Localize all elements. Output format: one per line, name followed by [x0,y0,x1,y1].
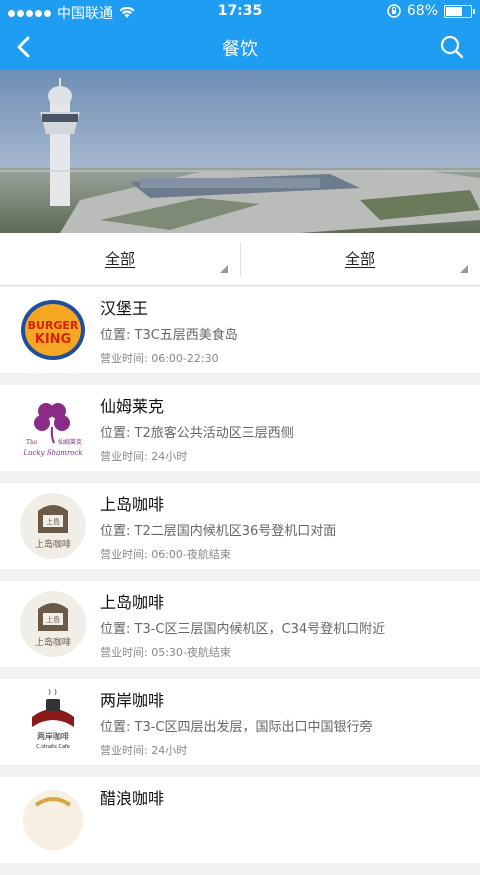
list-item[interactable]: 两岸咖啡 C.straits Cafe 两岸咖啡 位置: T3-C区四层出发层，… [0,679,480,765]
svg-text:上島: 上島 [46,615,60,624]
list-item[interactable]: BURGER KING 汉堡王 位置: T3C五层西美食岛 营业时间: 06:0… [0,287,480,373]
dropdown-triangle-icon [460,265,468,273]
svg-text:C.straits Cafe: C.straits Cafe [36,744,70,750]
filter-label: 全部 [344,250,375,268]
restaurant-name: 仙姆莱克 [100,397,165,416]
airport-banner-image [0,70,480,233]
filter-divider [240,242,241,276]
restaurant-logo [18,785,88,855]
svg-text:The: The [26,439,38,446]
filter-label: 全部 [104,250,135,268]
restaurant-name: 上岛咖啡 [100,495,165,514]
svg-text:上島: 上島 [46,517,60,526]
restaurant-location: 位置: T3-C区四层出发层，国际出口中国银行旁 [100,720,373,735]
svg-text:BURGER: BURGER [28,319,79,332]
battery-icon [444,4,475,18]
battery-status: 68% [387,3,475,19]
svg-text:仙姆莱克: 仙姆莱克 [58,438,82,446]
restaurant-location: 位置: T3C五层西美食岛 [100,328,238,343]
restaurant-name: 上岛咖啡 [100,593,165,612]
restaurant-location: 位置: T3-C区三层国内候机区，C34号登机口附近 [100,622,386,637]
restaurant-hours: 营业时间: 24小时 [100,744,188,757]
svg-text:上岛咖啡: 上岛咖啡 [35,538,71,550]
restaurant-name: 醋浪咖啡 [100,789,165,808]
restaurant-hours: 营业时间: 06:00-22:30 [100,352,219,365]
svg-text:Lucky Shamrock: Lucky Shamrock [22,449,82,457]
lock-rotation-icon [387,4,401,18]
list-item[interactable]: 醋浪咖啡 [0,777,480,863]
filter-terminal[interactable]: 全部 [0,233,240,285]
search-icon[interactable] [438,33,466,61]
restaurant-hours: 营业时间: 05:30-夜航结束 [100,646,231,659]
status-bar: 中国联通 17:35 68% [0,0,480,24]
burger-king-logo: BURGER KING [18,295,88,365]
restaurant-location: 位置: T2旅客公共活动区三层西侧 [100,426,294,441]
svg-text:上岛咖啡: 上岛咖啡 [35,636,71,648]
list-item[interactable]: The 仙姆莱克 Lucky Shamrock 仙姆莱克 位置: T2旅客公共活… [0,385,480,471]
battery-percent: 68% [406,3,438,19]
list-item[interactable]: 上島 上岛咖啡 上岛咖啡 位置: T2二层国内候机区36号登机口对面 营业时间:… [0,483,480,569]
ueshima-coffee-logo: 上島 上岛咖啡 [18,589,88,659]
list-item[interactable]: 上島 上岛咖啡 上岛咖啡 位置: T3-C区三层国内候机区，C34号登机口附近 … [0,581,480,667]
lucky-shamrock-logo: The 仙姆莱克 Lucky Shamrock [18,393,88,463]
nav-bar: 餐饮 [0,24,480,70]
page-title: 餐饮 [222,39,258,60]
svg-text:两岸咖啡: 两岸咖啡 [37,731,69,741]
restaurant-location: 位置: T2二层国内候机区36号登机口对面 [100,524,337,539]
straits-cafe-logo: 两岸咖啡 C.straits Cafe [18,687,88,757]
filter-category[interactable]: 全部 [240,233,480,285]
restaurant-name: 两岸咖啡 [100,691,165,710]
restaurant-list: BURGER KING 汉堡王 位置: T3C五层西美食岛 营业时间: 06:0… [0,287,480,875]
dropdown-triangle-icon [220,265,228,273]
svg-text:KING: KING [35,332,71,347]
restaurant-name: 汉堡王 [100,299,149,318]
ueshima-coffee-logo: 上島 上岛咖啡 [18,491,88,561]
restaurant-hours: 营业时间: 06:00-夜航结束 [100,548,231,561]
restaurant-hours: 营业时间: 24小时 [100,450,188,463]
